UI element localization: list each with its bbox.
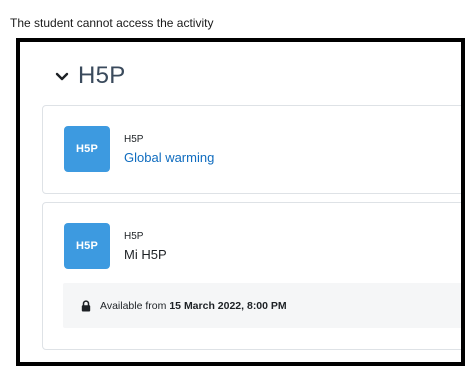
section-header[interactable]: H5P <box>54 62 126 90</box>
screenshot-caption: The student cannot access the activity <box>10 16 214 30</box>
activity-type-label: H5P <box>124 231 144 242</box>
section-title: H5P <box>78 62 126 89</box>
activity-type-label: H5P <box>124 134 144 145</box>
restriction-prefix: Available from <box>100 299 167 312</box>
h5p-activity-icon[interactable]: H5P <box>64 126 110 172</box>
h5p-activity-icon: H5P <box>64 223 110 269</box>
activity-name: Mi H5P <box>124 247 167 262</box>
h5p-icon-text: H5P <box>76 240 98 252</box>
h5p-icon-text: H5P <box>76 143 98 155</box>
chevron-down-icon[interactable] <box>54 68 70 84</box>
course-section-frame: H5P H5P H5P Global warming H5P H5P Mi H5… <box>16 38 465 366</box>
availability-restriction: Available from 15 March 2022, 8:00 PM <box>63 283 461 328</box>
activity-name-link[interactable]: Global warming <box>124 149 214 167</box>
activity-card: H5P H5P Mi H5P Available from 15 March 20… <box>42 202 461 350</box>
restriction-date: 15 March 2022, 8:00 PM <box>169 299 287 312</box>
restriction-text: Available from 15 March 2022, 8:00 PM <box>100 300 287 312</box>
lock-icon <box>81 299 91 311</box>
activity-info: H5P Global warming <box>124 134 214 167</box>
activity-info: H5P Mi H5P <box>124 231 167 264</box>
activity-card: H5P H5P Global warming <box>42 105 461 194</box>
